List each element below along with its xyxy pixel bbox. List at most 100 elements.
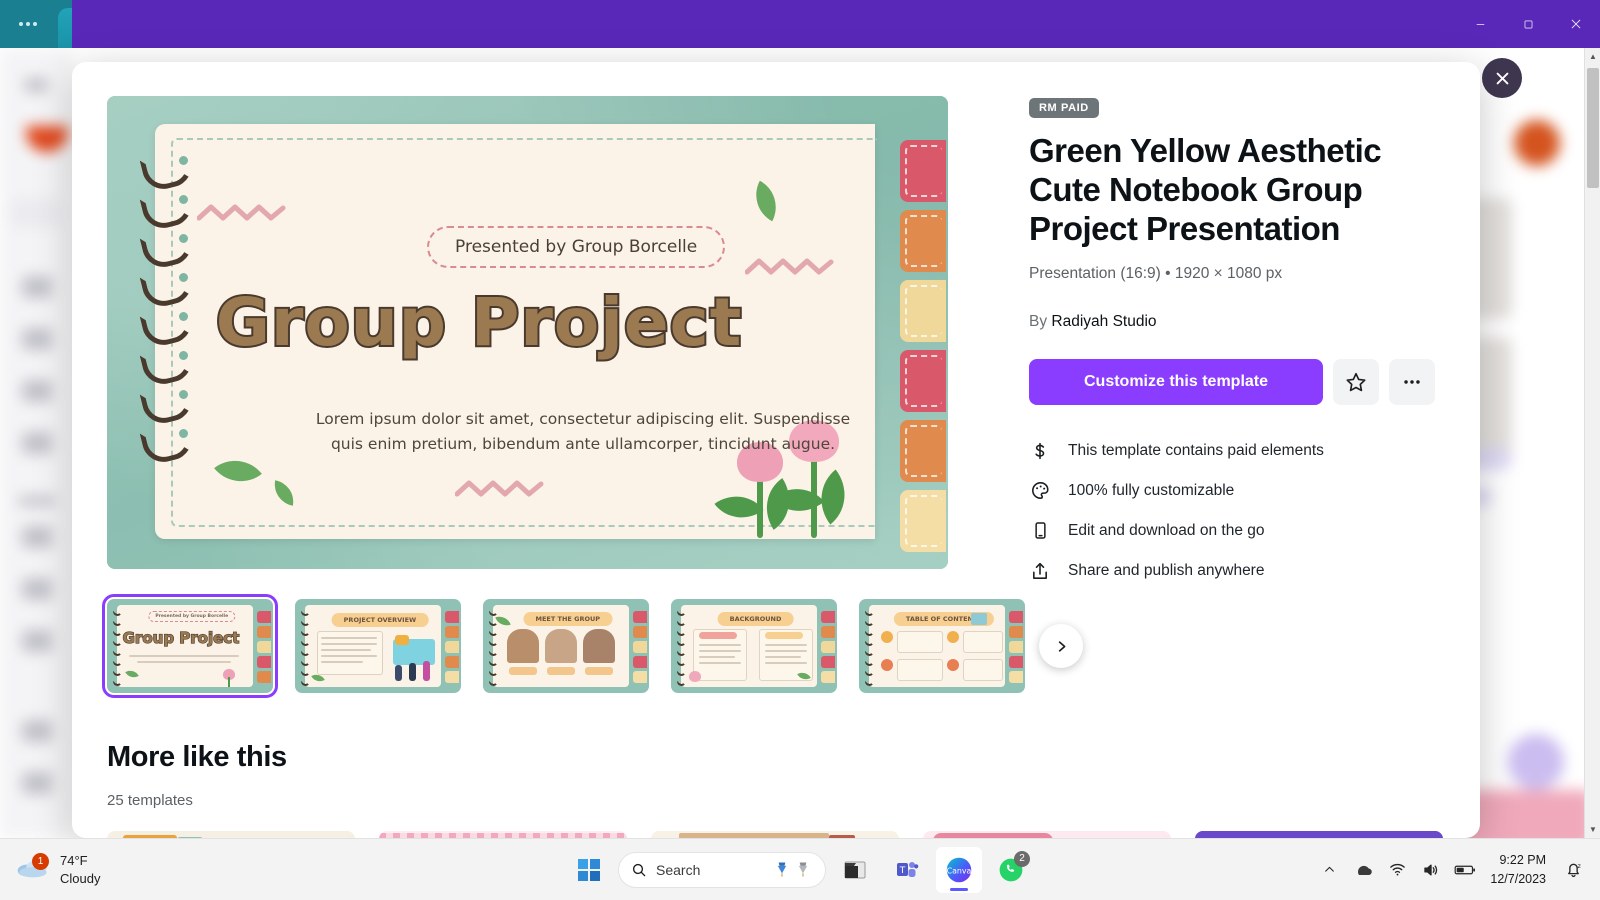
spiral-rings xyxy=(143,154,188,466)
minimize-button[interactable] xyxy=(1456,0,1504,48)
weather-temperature: 74°F xyxy=(60,852,88,868)
thumbnail-slide-3[interactable]: MEET THE GROUP xyxy=(483,599,649,693)
thumbnail-slide-5[interactable]: TABLE OF CONTENTS xyxy=(859,599,1025,693)
start-button[interactable] xyxy=(566,847,612,893)
clock-time: 9:22 PM xyxy=(1499,853,1546,868)
weather-condition: Cloudy xyxy=(60,870,101,886)
author-prefix: By xyxy=(1029,312,1048,330)
feature-list: This template contains paid elements 100… xyxy=(1029,431,1437,591)
scroll-down-button[interactable]: ▼ xyxy=(1585,821,1600,838)
slide-body-text: Lorem ipsum dolor sit amet, consectetur … xyxy=(315,410,851,454)
whatsapp-badge: 2 xyxy=(1014,850,1030,867)
preview-column: Presented by Group Borcelle Group Projec… xyxy=(102,96,1443,838)
customize-template-button[interactable]: Customize this template xyxy=(1029,358,1323,405)
thumbnail-slide-2[interactable]: PROJECT OVERVIEW xyxy=(295,599,461,693)
page-scrollbar[interactable]: ▲ ▼ xyxy=(1584,48,1600,838)
volume-button[interactable] xyxy=(1416,850,1446,890)
notification-center-button[interactable]: z xyxy=(1558,850,1588,890)
slide-title: Group Project xyxy=(214,282,744,363)
close-window-button[interactable] xyxy=(1552,0,1600,48)
thumbnail-slide-1[interactable]: Presented by Group Borcelle Group Projec… xyxy=(102,594,278,698)
slide-preview[interactable]: Presented by Group Borcelle Group Projec… xyxy=(107,96,948,569)
modal-scroll-area[interactable]: Presented by Group Borcelle Group Projec… xyxy=(72,62,1480,838)
more-template-card[interactable] xyxy=(379,831,627,838)
more-horizontal-icon xyxy=(19,22,37,26)
thumbnail-slide-4[interactable]: BACKGROUND xyxy=(671,599,837,693)
more-template-card[interactable] xyxy=(1195,831,1443,838)
mobile-icon xyxy=(1029,521,1051,540)
thumbnail-1-title: Group Project xyxy=(122,628,240,647)
maximize-button[interactable] xyxy=(1504,0,1552,48)
show-hidden-icons-button[interactable] xyxy=(1314,850,1344,890)
clock-date: 12/7/2023 xyxy=(1490,871,1546,886)
feature-mobile-edit: Edit and download on the go xyxy=(1029,511,1437,551)
tray-cloud-button[interactable] xyxy=(1348,850,1378,890)
windows-taskbar: 1 74°F Cloudy Search T Canva 2 9:22 PM 1… xyxy=(0,838,1600,900)
template-detail-modal: Presented by Group Borcelle Group Projec… xyxy=(72,62,1480,838)
favorite-button[interactable] xyxy=(1333,358,1379,405)
minimize-icon xyxy=(1476,23,1484,25)
star-icon xyxy=(1346,372,1366,392)
status-badge: RM PAID xyxy=(1029,98,1099,118)
windows-icon xyxy=(578,858,600,881)
taskbar-search-box[interactable]: Search xyxy=(618,851,826,888)
palette-icon xyxy=(1029,480,1051,501)
action-row: Customize this template xyxy=(1029,358,1437,405)
chevron-up-icon xyxy=(1325,866,1334,872)
feature-customizable: 100% fully customizable xyxy=(1029,471,1437,511)
thumbnail-next-button[interactable] xyxy=(1039,624,1083,668)
battery-button[interactable] xyxy=(1450,850,1480,890)
taskbar-app-whatsapp[interactable]: 2 xyxy=(988,847,1034,893)
scroll-up-button[interactable]: ▲ xyxy=(1585,48,1600,65)
more-template-card[interactable] xyxy=(107,831,355,838)
taskbar-system-tray: 9:22 PM 12/7/2023 z xyxy=(1314,850,1588,890)
feature-share: Share and publish anywhere xyxy=(1029,551,1437,591)
tab-actions-menu-button[interactable] xyxy=(0,0,56,48)
background-sidebar xyxy=(0,48,72,838)
search-placeholder: Search xyxy=(656,861,701,878)
author-name: Radiyah Studio xyxy=(1051,312,1157,330)
template-author: By Radiyah Studio xyxy=(1029,313,1437,331)
svg-text:z: z xyxy=(1577,863,1581,870)
wifi-icon xyxy=(1390,863,1405,876)
close-modal-button[interactable] xyxy=(1482,58,1522,98)
battery-icon xyxy=(1454,865,1476,874)
wifi-button[interactable] xyxy=(1382,850,1412,890)
cloud-icon xyxy=(1357,865,1372,876)
taskbar-clock[interactable]: 9:22 PM 12/7/2023 xyxy=(1490,851,1546,887)
zigzag-decoration xyxy=(197,204,286,221)
more-template-card[interactable] xyxy=(923,831,1171,838)
feature-paid-elements: This template contains paid elements xyxy=(1029,431,1437,471)
more-template-card[interactable] xyxy=(651,831,899,838)
volume-icon xyxy=(1424,864,1438,875)
dreidel-icon xyxy=(772,860,813,880)
taskbar-center-group: Search T Canva 2 xyxy=(566,846,1034,893)
chevron-right-icon xyxy=(1058,640,1065,652)
file-explorer-icon xyxy=(844,861,866,878)
scrollbar-thumb[interactable] xyxy=(1587,68,1599,188)
taskbar-app-teams[interactable]: T xyxy=(884,847,930,893)
thumbnail-1-subtitle: Presented by Group Borcelle xyxy=(148,611,236,622)
canva-icon: Canva xyxy=(947,857,972,882)
share-icon xyxy=(1029,561,1051,581)
taskbar-weather-widget[interactable]: 1 74°F Cloudy xyxy=(16,852,206,887)
maximize-icon xyxy=(1524,20,1532,28)
app-header-bar xyxy=(72,0,1600,48)
more-options-button[interactable] xyxy=(1389,358,1435,405)
feature-label: Edit and download on the go xyxy=(1068,521,1265,539)
thumbnail-2-title: PROJECT OVERVIEW xyxy=(331,613,429,627)
template-dimensions: Presentation (16:9) • 1920 × 1080 px xyxy=(1029,264,1283,282)
close-icon xyxy=(1571,19,1581,29)
more-like-this-heading: More like this xyxy=(107,741,287,773)
screen: Presented by Group Borcelle Group Projec… xyxy=(0,0,1600,900)
thumbnail-3-title: MEET THE GROUP xyxy=(523,612,613,626)
bell-mute-icon: z xyxy=(1567,863,1581,878)
slide-thumbnail-strip: Presented by Group Borcelle Group Projec… xyxy=(102,594,1083,698)
dollar-icon xyxy=(1029,441,1051,461)
weather-notification-badge: 1 xyxy=(32,852,49,870)
taskbar-app-file-explorer[interactable] xyxy=(832,847,878,893)
thumbnail-4-title: BACKGROUND xyxy=(717,612,794,626)
close-icon xyxy=(1496,72,1508,84)
taskbar-app-canva[interactable]: Canva xyxy=(936,846,982,893)
more-like-this-count: 25 templates xyxy=(107,792,193,809)
